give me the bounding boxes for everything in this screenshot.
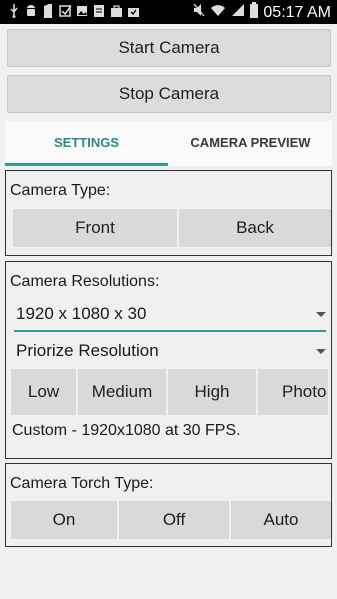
camera-type-panel: Camera Type: Front Back [5, 170, 332, 256]
android-icon [25, 4, 37, 18]
preset-low-button[interactable]: Low [11, 369, 76, 415]
priority-select[interactable]: Priorize Resolution [14, 339, 326, 367]
mute-icon [193, 3, 205, 22]
resolution-select-value: 1920 x 1080 x 30 [16, 304, 147, 323]
sd-card-icon [42, 4, 54, 18]
start-camera-button[interactable]: Start Camera [7, 29, 331, 67]
camera-torch-label: Camera Torch Type: [10, 475, 154, 492]
tab-camera-preview[interactable]: CAMERA PREVIEW [169, 121, 332, 166]
priority-select-value: Priorize Resolution [16, 341, 159, 360]
camera-torch-panel: Camera Torch Type: On Off Auto [5, 463, 332, 547]
camera-resolutions-label: Camera Resolutions: [10, 273, 160, 290]
torch-auto-button[interactable]: Auto [231, 501, 331, 539]
preset-medium-button[interactable]: Medium [78, 369, 166, 415]
status-bar: 05:17 AM [0, 0, 337, 24]
notification-icons [8, 4, 139, 18]
note-icon [93, 4, 105, 18]
usb-icon [8, 4, 20, 18]
signal-icon [231, 3, 245, 22]
battery-icon [250, 2, 259, 23]
torch-on-button[interactable]: On [11, 501, 117, 539]
clock: 05:17 AM [263, 3, 331, 21]
preset-high-button[interactable]: High [168, 369, 256, 415]
chevron-down-icon [316, 349, 326, 354]
camera-resolutions-panel: Camera Resolutions: 1920 x 1080 x 30 Pri… [5, 261, 332, 459]
checkbox-icon [59, 4, 72, 18]
camera-type-label: Camera Type: [10, 182, 111, 199]
camera-back-button[interactable]: Back [179, 209, 331, 247]
custom-resolution-text: Custom - 1920x1080 at 30 FPS. [12, 422, 241, 439]
preset-photo-button[interactable]: Photo [258, 369, 328, 415]
camera-front-button[interactable]: Front [13, 209, 177, 247]
stop-camera-button[interactable]: Stop Camera [7, 75, 331, 113]
system-icons: 05:17 AM [193, 2, 331, 23]
torch-off-button[interactable]: Off [119, 501, 229, 539]
briefcase-icon [110, 4, 122, 18]
image-icon [76, 4, 88, 18]
resolution-select[interactable]: 1920 x 1080 x 30 [14, 302, 326, 332]
tab-settings[interactable]: SETTINGS [5, 121, 168, 166]
briefcase-check-icon [127, 4, 139, 18]
chevron-down-icon [316, 312, 326, 317]
tab-bar: SETTINGS CAMERA PREVIEW [5, 121, 332, 166]
wifi-icon [210, 3, 226, 22]
